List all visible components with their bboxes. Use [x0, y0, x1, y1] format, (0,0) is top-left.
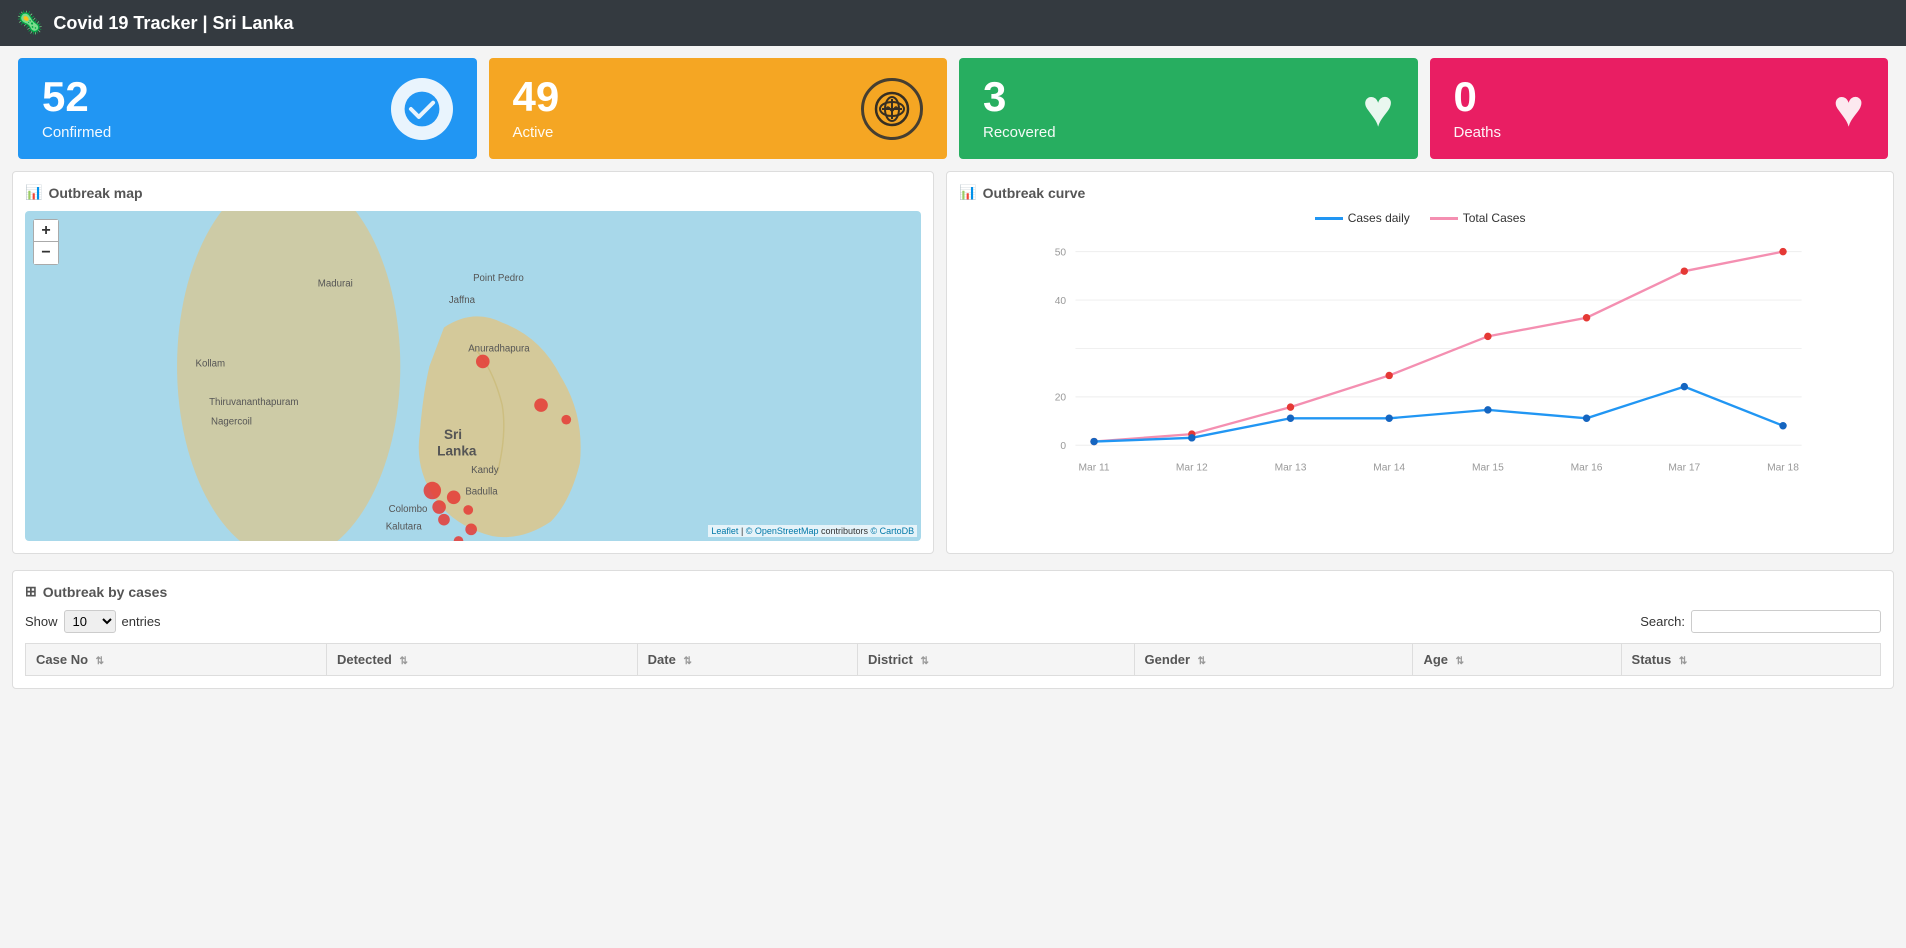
- legend-line-blue: [1315, 217, 1343, 220]
- leaflet-link[interactable]: Leaflet: [711, 526, 738, 536]
- chart-title-text: Outbreak curve: [983, 185, 1086, 201]
- deaths-info: 0 Deaths: [1454, 76, 1502, 141]
- stats-row: 52 Confirmed 49 Active: [0, 46, 1906, 167]
- recovered-card: 3 Recovered ♥: [959, 58, 1418, 159]
- table-icon: ⊞: [25, 583, 37, 600]
- entries-label: entries: [122, 614, 161, 629]
- chart-panel: 📊 Outbreak curve Cases daily Total Cases: [946, 171, 1894, 554]
- map-title-text: Outbreak map: [48, 185, 142, 201]
- legend-cases-daily: Cases daily: [1315, 211, 1410, 225]
- col-date[interactable]: Date ⇅: [637, 644, 857, 676]
- deaths-label: Deaths: [1454, 124, 1502, 141]
- cartodb-link[interactable]: © CartoDB: [871, 526, 915, 536]
- svg-text:Mar 13: Mar 13: [1275, 462, 1307, 473]
- show-label: Show: [25, 614, 58, 629]
- recovered-number: 3: [983, 76, 1056, 118]
- table-panel-title: ⊞ Outbreak by cases: [25, 583, 1881, 600]
- app-title: Covid 19 Tracker | Sri Lanka: [53, 13, 293, 34]
- active-card: 49 Active: [489, 58, 948, 159]
- map-container[interactable]: Madurai Point Pedro Jaffna Kollam Thiruv…: [25, 211, 921, 541]
- table-header-row: Case No ⇅ Detected ⇅ Date ⇅ District ⇅ G…: [26, 644, 1881, 676]
- attribution-contributors: contributors: [821, 526, 868, 536]
- main-content: 📊 Outbreak map Madurai Point Pedro Jaffn…: [0, 167, 1906, 566]
- legend-total-cases: Total Cases: [1430, 211, 1526, 225]
- osm-link[interactable]: © OpenStreetMap: [746, 526, 819, 536]
- map-attribution: Leaflet | © OpenStreetMap contributors ©…: [708, 525, 917, 537]
- svg-text:Mar 18: Mar 18: [1767, 462, 1799, 473]
- table-panel: ⊞ Outbreak by cases Show 10 25 50 100 en…: [12, 570, 1894, 689]
- svg-text:40: 40: [1055, 296, 1067, 307]
- legend-total-cases-label: Total Cases: [1463, 211, 1526, 225]
- zoom-out-button[interactable]: −: [34, 242, 58, 264]
- map-zoom-controls: + −: [33, 219, 59, 265]
- svg-text:Mar 12: Mar 12: [1176, 462, 1208, 473]
- active-info: 49 Active: [513, 76, 560, 141]
- svg-text:Colombo: Colombo: [389, 504, 428, 515]
- active-label: Active: [513, 124, 560, 141]
- svg-text:Mar 17: Mar 17: [1669, 462, 1701, 473]
- zoom-in-button[interactable]: +: [34, 220, 58, 242]
- svg-text:Mar 11: Mar 11: [1079, 462, 1110, 473]
- col-district[interactable]: District ⇅: [858, 644, 1135, 676]
- svg-text:Mar 16: Mar 16: [1571, 462, 1603, 473]
- search-label: Search:: [1640, 614, 1685, 629]
- svg-text:Madurai: Madurai: [318, 279, 353, 290]
- svg-text:Sri: Sri: [444, 427, 462, 442]
- svg-text:Lanka: Lanka: [437, 444, 477, 459]
- virus-icon: 🦠: [16, 10, 43, 36]
- col-case-no[interactable]: Case No ⇅: [26, 644, 327, 676]
- svg-text:Kollam: Kollam: [195, 358, 225, 369]
- recovered-icon: ♥: [1363, 83, 1394, 135]
- chart-icon: 📊: [959, 184, 976, 201]
- active-icon: [861, 78, 923, 140]
- svg-text:Mar 15: Mar 15: [1472, 462, 1504, 473]
- header: 🦠 Covid 19 Tracker | Sri Lanka: [0, 0, 1906, 46]
- deaths-number: 0: [1454, 76, 1502, 118]
- chart-legend: Cases daily Total Cases: [959, 211, 1881, 225]
- map-svg: Madurai Point Pedro Jaffna Kollam Thiruv…: [25, 211, 921, 541]
- outbreak-chart-svg: 50 40 20 0 Mar 11 Mar 12 Mar 13 Mar 14 M…: [959, 233, 1881, 503]
- table-title-text: Outbreak by cases: [43, 584, 168, 600]
- map-panel-title: 📊 Outbreak map: [25, 184, 921, 201]
- svg-text:Kandy: Kandy: [471, 465, 499, 476]
- confirmed-label: Confirmed: [42, 124, 111, 141]
- col-detected[interactable]: Detected ⇅: [326, 644, 637, 676]
- svg-text:50: 50: [1055, 247, 1067, 258]
- legend-line-pink: [1430, 217, 1458, 220]
- col-age[interactable]: Age ⇅: [1413, 644, 1621, 676]
- svg-text:Kalutara: Kalutara: [386, 521, 423, 532]
- entries-select[interactable]: 10 25 50 100: [64, 610, 116, 633]
- confirmed-number: 52: [42, 76, 111, 118]
- legend-cases-daily-label: Cases daily: [1348, 211, 1410, 225]
- deaths-card: 0 Deaths ♥: [1430, 58, 1889, 159]
- svg-text:Jaffna: Jaffna: [449, 295, 476, 306]
- svg-text:Badulla: Badulla: [465, 486, 498, 497]
- svg-text:0: 0: [1061, 441, 1067, 452]
- search-input[interactable]: [1691, 610, 1881, 633]
- confirmed-card: 52 Confirmed: [18, 58, 477, 159]
- chart-container: Cases daily Total Cases 50 40 20 0: [959, 211, 1881, 541]
- svg-text:Point Pedro: Point Pedro: [473, 273, 524, 284]
- map-icon: 📊: [25, 184, 42, 201]
- data-table: Case No ⇅ Detected ⇅ Date ⇅ District ⇅ G…: [25, 643, 1881, 676]
- search-section: Search:: [1640, 610, 1881, 633]
- recovered-info: 3 Recovered: [983, 76, 1056, 141]
- col-gender[interactable]: Gender ⇅: [1134, 644, 1413, 676]
- confirmed-info: 52 Confirmed: [42, 76, 111, 141]
- recovered-label: Recovered: [983, 124, 1056, 141]
- svg-text:Nagercoil: Nagercoil: [211, 417, 252, 428]
- bottom-section: ⊞ Outbreak by cases Show 10 25 50 100 en…: [0, 566, 1906, 701]
- col-status[interactable]: Status ⇅: [1621, 644, 1880, 676]
- svg-text:Mar 14: Mar 14: [1373, 462, 1405, 473]
- confirmed-icon: [391, 78, 453, 140]
- svg-text:Anuradhapura: Anuradhapura: [468, 344, 530, 355]
- table-controls: Show 10 25 50 100 entries Search:: [25, 610, 1881, 633]
- show-entries: Show 10 25 50 100 entries: [25, 610, 161, 633]
- deaths-icon: ♥: [1833, 83, 1864, 135]
- active-number: 49: [513, 76, 560, 118]
- map-panel: 📊 Outbreak map Madurai Point Pedro Jaffn…: [12, 171, 934, 554]
- svg-text:20: 20: [1055, 393, 1067, 404]
- chart-panel-title: 📊 Outbreak curve: [959, 184, 1881, 201]
- svg-text:Thiruvananthapuram: Thiruvananthapuram: [209, 397, 298, 408]
